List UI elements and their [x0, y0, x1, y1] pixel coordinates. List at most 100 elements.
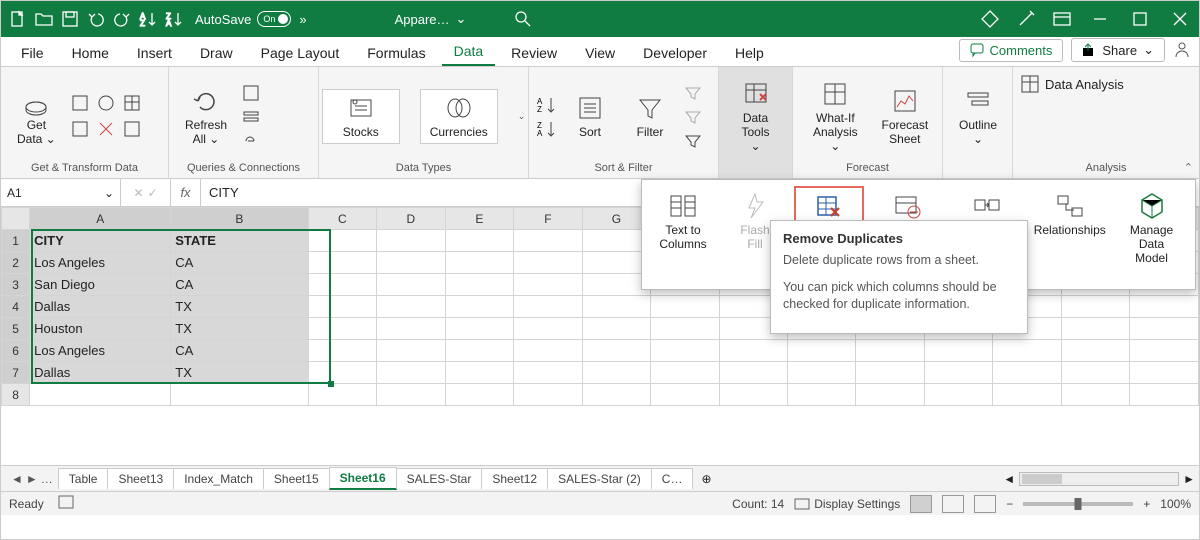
- tab-view[interactable]: View: [573, 39, 627, 66]
- cell[interactable]: [30, 384, 171, 406]
- existing-connections-icon[interactable]: [96, 119, 116, 139]
- reapply-icon[interactable]: [683, 107, 703, 127]
- cell[interactable]: [1061, 318, 1130, 340]
- cell[interactable]: [377, 274, 446, 296]
- cell[interactable]: [514, 318, 582, 340]
- qat-more[interactable]: »: [299, 12, 306, 27]
- accessibility-icon[interactable]: [58, 495, 74, 512]
- cell[interactable]: [514, 274, 582, 296]
- cell[interactable]: [1061, 362, 1130, 384]
- from-picture-icon[interactable]: [122, 119, 142, 139]
- relationships-button[interactable]: Relationships: [1029, 186, 1110, 269]
- col-header[interactable]: F: [514, 208, 582, 230]
- cell[interactable]: TX: [171, 296, 308, 318]
- hscroll-left[interactable]: ◄: [1003, 472, 1015, 486]
- cell[interactable]: [1130, 384, 1199, 406]
- cell[interactable]: [992, 362, 1061, 384]
- cell[interactable]: STATE: [171, 230, 308, 252]
- select-all-corner[interactable]: [2, 208, 30, 230]
- col-header[interactable]: D: [377, 208, 446, 230]
- open-folder-icon[interactable]: [35, 10, 53, 28]
- cell[interactable]: Los Angeles: [30, 252, 171, 274]
- outline-button[interactable]: Outline ⌄: [951, 83, 1005, 150]
- recent-sources-icon[interactable]: [70, 119, 90, 139]
- cell[interactable]: [992, 384, 1061, 406]
- name-box[interactable]: A1 ⌄: [1, 179, 121, 206]
- cell[interactable]: [377, 252, 446, 274]
- sort-za-icon[interactable]: ZA: [537, 119, 557, 139]
- zoom-out-button[interactable]: −: [1006, 497, 1013, 511]
- document-title[interactable]: Appare… ⌄: [395, 11, 467, 27]
- comments-button[interactable]: Comments: [959, 39, 1064, 62]
- cell[interactable]: [308, 318, 377, 340]
- tab-nav-prev[interactable]: ◄: [11, 472, 23, 486]
- autosave-toggle[interactable]: AutoSave On: [195, 11, 291, 27]
- tab-help[interactable]: Help: [723, 39, 776, 66]
- cell[interactable]: [445, 384, 514, 406]
- sheet-tab[interactable]: C…: [651, 468, 694, 489]
- cell[interactable]: [308, 362, 377, 384]
- cell[interactable]: [787, 384, 855, 406]
- sheet-tab[interactable]: SALES-Star: [396, 468, 483, 489]
- row-header[interactable]: 6: [2, 340, 30, 362]
- cell[interactable]: CA: [171, 340, 308, 362]
- cell[interactable]: [1061, 384, 1130, 406]
- cell[interactable]: [377, 318, 446, 340]
- tab-nav-more[interactable]: …: [41, 472, 53, 486]
- sort-az-icon[interactable]: AZ: [537, 95, 557, 115]
- cell[interactable]: [924, 340, 992, 362]
- horizontal-scrollbar[interactable]: [1019, 472, 1179, 486]
- sheet-tab-active[interactable]: Sheet16: [329, 467, 397, 490]
- row-header[interactable]: 4: [2, 296, 30, 318]
- advanced-icon[interactable]: [683, 131, 703, 151]
- cell[interactable]: [651, 340, 720, 362]
- cell[interactable]: [514, 230, 582, 252]
- selection-handle[interactable]: [328, 381, 334, 387]
- cell[interactable]: [308, 274, 377, 296]
- cell[interactable]: CITY: [30, 230, 171, 252]
- cell[interactable]: CA: [171, 274, 308, 296]
- data-analysis-button[interactable]: Data Analysis: [1021, 75, 1124, 93]
- sheet-tab[interactable]: Sheet13: [107, 468, 174, 489]
- cell[interactable]: [856, 340, 925, 362]
- cell[interactable]: [1130, 318, 1199, 340]
- tab-draw[interactable]: Draw: [188, 39, 245, 66]
- cell[interactable]: [582, 340, 651, 362]
- tab-file[interactable]: File: [9, 39, 56, 66]
- cell[interactable]: [787, 362, 855, 384]
- fx-icon[interactable]: fx: [171, 179, 201, 206]
- cell[interactable]: CA: [171, 252, 308, 274]
- cell[interactable]: [582, 362, 651, 384]
- cell[interactable]: San Diego: [30, 274, 171, 296]
- col-header-B[interactable]: B: [171, 208, 308, 230]
- cell[interactable]: [377, 340, 446, 362]
- row-header[interactable]: 2: [2, 252, 30, 274]
- minimize-button[interactable]: [1089, 8, 1111, 30]
- display-settings-button[interactable]: Display Settings: [794, 497, 900, 511]
- row-header[interactable]: 7: [2, 362, 30, 384]
- cell[interactable]: [582, 318, 651, 340]
- chevron-down-icon[interactable]: ⌄: [104, 186, 114, 200]
- row-header[interactable]: 1: [2, 230, 30, 252]
- col-header[interactable]: C: [308, 208, 377, 230]
- cell[interactable]: [514, 296, 582, 318]
- save-icon[interactable]: [61, 10, 79, 28]
- collapse-ribbon-icon[interactable]: ⌃: [1184, 161, 1193, 174]
- cell[interactable]: [719, 384, 787, 406]
- cell[interactable]: [445, 296, 514, 318]
- cell[interactable]: [445, 274, 514, 296]
- cell[interactable]: Dallas: [30, 362, 171, 384]
- cell[interactable]: [924, 362, 992, 384]
- page-layout-view-button[interactable]: [942, 495, 964, 513]
- cell[interactable]: [308, 252, 377, 274]
- sheet-tab[interactable]: SALES-Star (2): [547, 468, 652, 489]
- cell[interactable]: [582, 296, 651, 318]
- sort-button[interactable]: Sort: [563, 90, 617, 143]
- cell[interactable]: [445, 362, 514, 384]
- cell[interactable]: [308, 340, 377, 362]
- currencies-button[interactable]: Currencies: [420, 89, 498, 144]
- cell[interactable]: [719, 340, 787, 362]
- tab-home[interactable]: Home: [60, 39, 121, 66]
- cell[interactable]: [171, 384, 308, 406]
- cell[interactable]: [514, 384, 582, 406]
